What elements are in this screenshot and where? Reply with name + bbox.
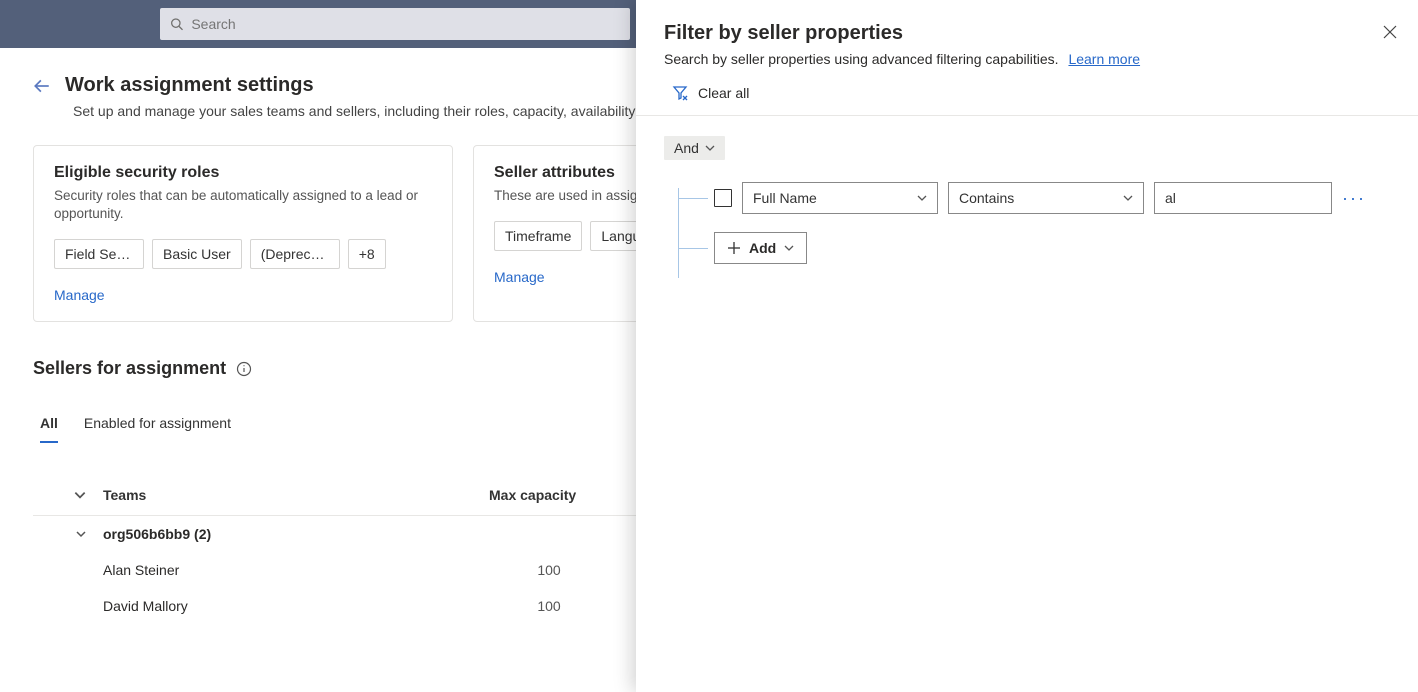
panel-desc-text: Search by seller properties using advanc… [664, 51, 1059, 67]
operator-select-label: Contains [959, 190, 1014, 206]
chevron-down-icon [917, 193, 927, 203]
learn-more-link[interactable]: Learn more [1068, 51, 1140, 67]
manage-roles-link[interactable]: Manage [54, 287, 432, 303]
condition-row: Full Name Contains ··· [714, 182, 1390, 214]
search-input[interactable] [191, 16, 620, 32]
back-arrow-icon[interactable] [33, 77, 51, 95]
sellers-title-text: Sellers for assignment [33, 358, 226, 379]
info-icon[interactable] [236, 361, 252, 377]
tab-all[interactable]: All [40, 415, 58, 443]
role-chip[interactable]: (Deprecate... [250, 239, 340, 269]
col-capacity[interactable]: Max capacity [489, 487, 609, 503]
more-options-icon[interactable]: ··· [1342, 188, 1366, 209]
condition-checkbox[interactable] [714, 189, 732, 207]
chevron-down-icon [784, 243, 794, 253]
col-teams[interactable]: Teams [95, 487, 489, 503]
card-title: Eligible security roles [54, 164, 432, 182]
chevron-down-icon[interactable] [75, 528, 87, 540]
filter-builder: And Full Name Contains ··· [664, 116, 1390, 264]
clear-all-button[interactable]: Clear all [672, 85, 1390, 115]
tab-enabled[interactable]: Enabled for assignment [84, 415, 231, 443]
plus-icon [727, 241, 741, 255]
add-label: Add [749, 240, 776, 256]
card-desc: Security roles that can be automatically… [54, 187, 432, 223]
chevron-down-icon [705, 143, 715, 153]
search-icon [170, 17, 183, 31]
close-icon[interactable] [1382, 24, 1398, 40]
group-operator-pill[interactable]: And [664, 136, 725, 160]
card-security-roles: Eligible security roles Security roles t… [33, 145, 453, 322]
operator-select[interactable]: Contains [948, 182, 1144, 214]
search-box[interactable] [160, 8, 630, 40]
add-condition-button[interactable]: Add [714, 232, 807, 264]
page-title: Work assignment settings [65, 74, 314, 97]
value-input[interactable] [1154, 182, 1332, 214]
panel-title: Filter by seller properties [664, 22, 1390, 45]
filter-panel: Filter by seller properties Search by se… [636, 0, 1418, 692]
clear-filter-icon [672, 85, 688, 101]
chevron-down-icon[interactable] [73, 488, 87, 502]
role-chip[interactable]: Basic User [152, 239, 242, 269]
group-label: org506b6bb9 (2) [95, 526, 489, 542]
field-select-label: Full Name [753, 190, 817, 206]
chevron-down-icon [1123, 193, 1133, 203]
role-chip-more[interactable]: +8 [348, 239, 386, 269]
role-chip[interactable]: Field Servic... [54, 239, 144, 269]
attr-chip[interactable]: Timeframe [494, 221, 582, 251]
seller-capacity: 100 [489, 598, 609, 614]
field-select[interactable]: Full Name [742, 182, 938, 214]
seller-capacity: 100 [489, 562, 609, 578]
clear-all-label: Clear all [698, 85, 749, 101]
seller-name: David Mallory [95, 598, 489, 614]
panel-desc: Search by seller properties using advanc… [664, 51, 1390, 67]
group-operator-label: And [674, 140, 699, 156]
seller-name: Alan Steiner [95, 562, 489, 578]
